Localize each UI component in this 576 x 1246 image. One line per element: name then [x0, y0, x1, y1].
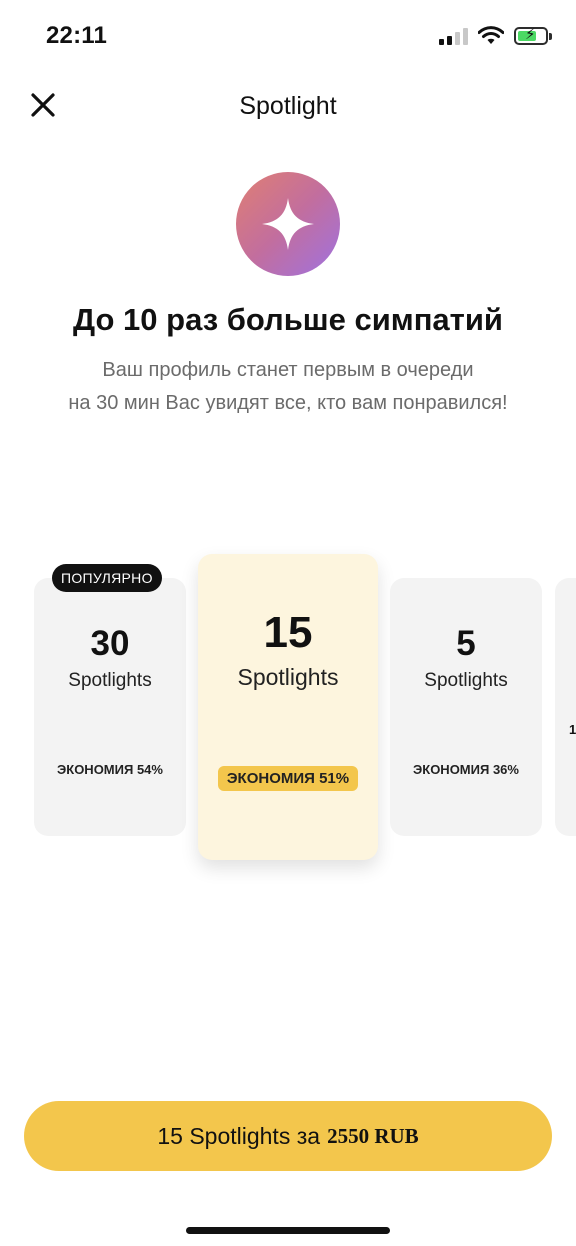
package-count: 15: [263, 608, 313, 657]
sparkle-icon: [262, 198, 314, 250]
package-saving: ЭКОНОМИЯ 36%: [413, 762, 519, 777]
status-time: 22:11: [46, 22, 108, 49]
package-card-15-selected[interactable]: 15 Spotlights ЭКОНОМИЯ 51%: [198, 554, 378, 860]
wifi-icon: [478, 26, 504, 44]
package-count: 1: [569, 722, 576, 737]
cellular-signal-icon: [439, 27, 468, 45]
headline: До 10 раз больше симпатий: [73, 302, 503, 337]
purchase-button[interactable]: 15 Spotlights за 2550 RUB: [24, 1101, 552, 1171]
package-unit: Spotlights: [68, 670, 152, 691]
spotlight-badge: [236, 172, 340, 276]
package-card-1-partial[interactable]: 1: [555, 578, 576, 836]
status-bar: 22:11 ⚡: [0, 0, 576, 74]
package-saving-row: ЭКОНОМИЯ 51%: [198, 766, 378, 791]
package-unit: Spotlights: [424, 670, 508, 691]
package-saving: ЭКОНОМИЯ 54%: [57, 762, 163, 777]
status-icons: ⚡: [439, 26, 552, 45]
package-count: 30: [90, 624, 130, 663]
package-card-5[interactable]: 5 Spotlights ЭКОНОМИЯ 36%: [390, 578, 542, 836]
battery-charging-icon: ⚡: [514, 26, 552, 45]
purchase-button-label: 15 Spotlights за: [157, 1122, 321, 1149]
header: Spotlight: [0, 74, 576, 140]
package-saving-pill: ЭКОНОМИЯ 51%: [217, 766, 359, 791]
subtext-line-2: на 30 мин Вас увидят все, кто вам понрав…: [68, 392, 508, 414]
subtext: Ваш профиль станет первым в очереди на 3…: [0, 354, 576, 420]
package-card-30[interactable]: 30 Spotlights ЭКОНОМИЯ 54%: [34, 578, 186, 836]
page-title: Spotlight: [239, 92, 337, 120]
package-count: 5: [456, 624, 476, 663]
purchase-button-price: 2550 RUB: [327, 1123, 419, 1148]
subtext-line-1: Ваш профиль станет первым в очереди: [102, 359, 474, 381]
home-indicator: [186, 1227, 390, 1234]
popular-badge: ПОПУЛЯРНО: [52, 564, 162, 592]
package-unit: Spotlights: [237, 664, 339, 690]
